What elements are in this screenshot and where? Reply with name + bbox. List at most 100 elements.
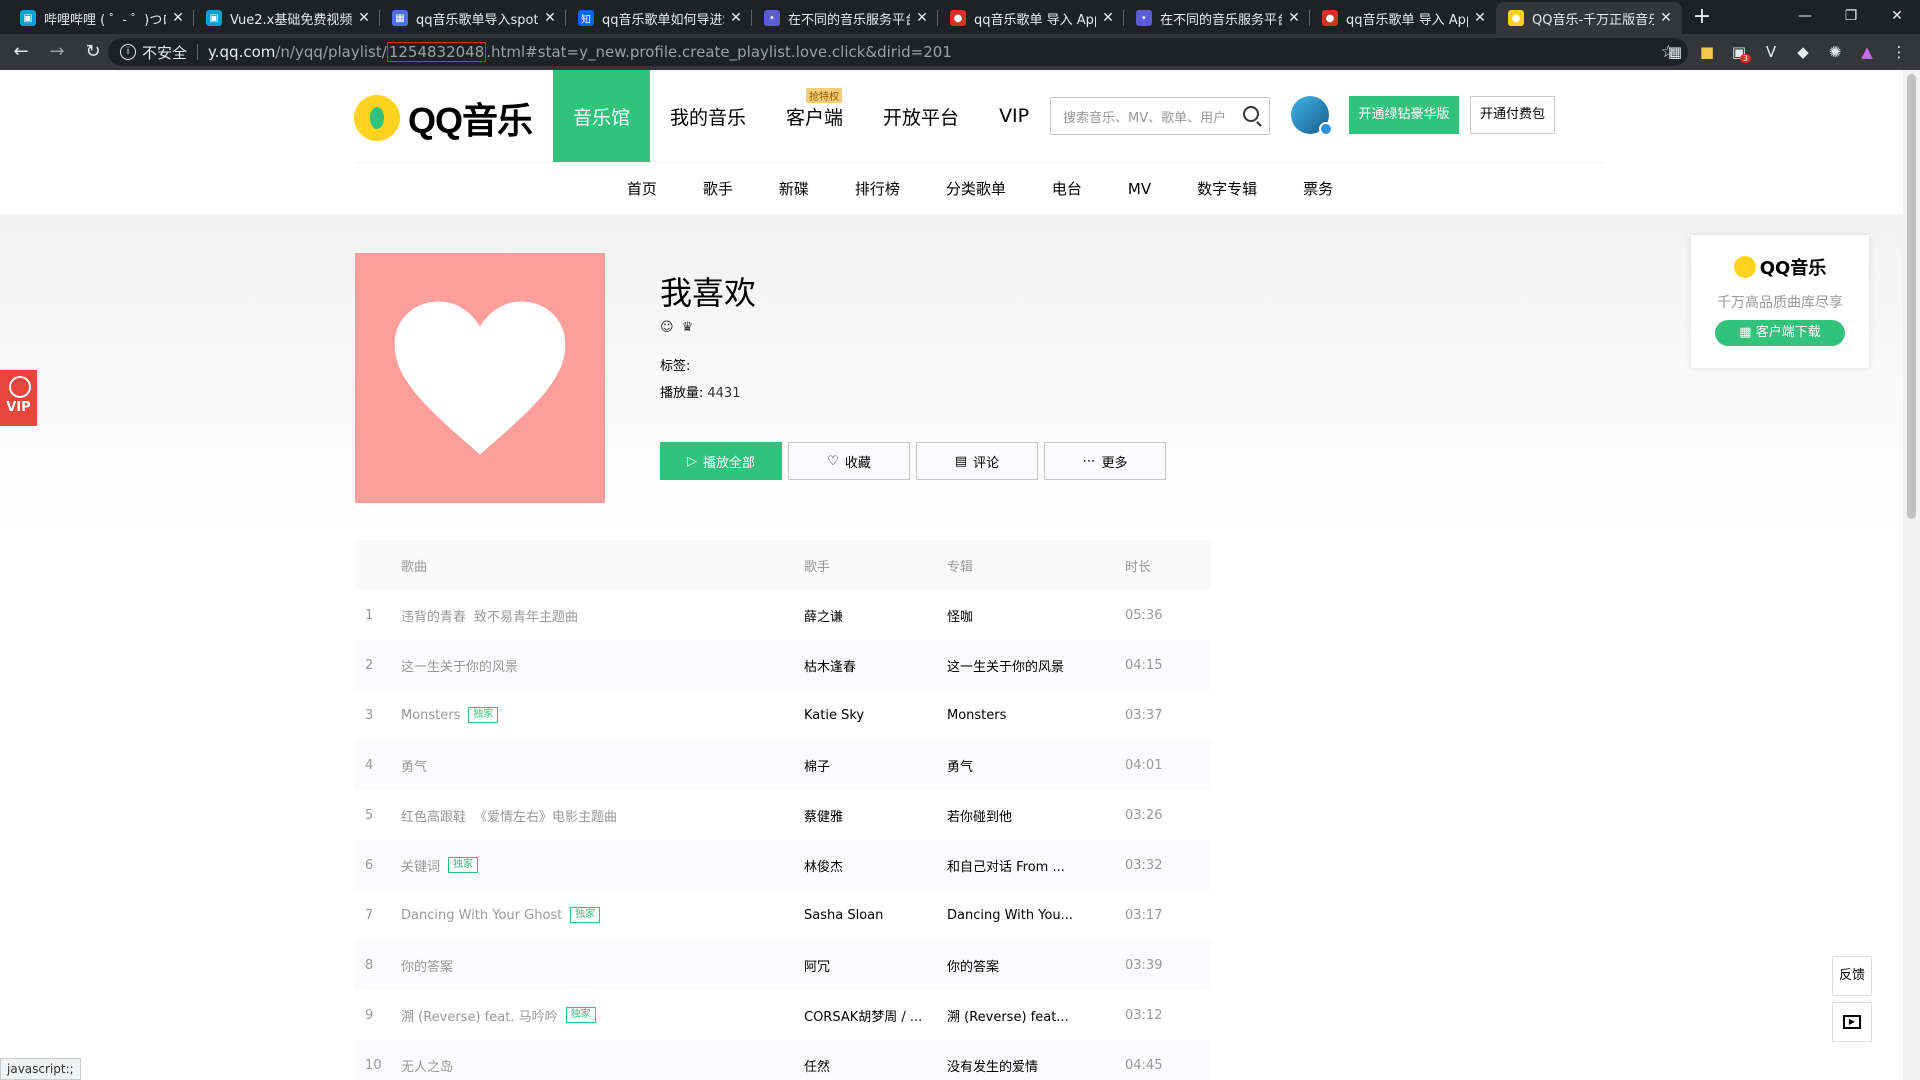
tab-close-icon[interactable]: ✕ <box>1472 10 1488 26</box>
table-row[interactable]: 10 无人之岛 任然 没有发生的爱情 04:45 <box>355 1040 1211 1080</box>
vip-side-badge[interactable]: VIP <box>0 370 37 426</box>
artist-link[interactable]: 任然 <box>804 1056 947 1075</box>
nav-vip[interactable]: VIP <box>979 70 1049 162</box>
comment-button[interactable]: ▤ 评论 <box>916 442 1038 480</box>
song-title[interactable]: 勇气 <box>401 756 427 775</box>
album-link[interactable]: 怪咖 <box>947 606 1125 625</box>
tab-close-icon[interactable]: ✕ <box>1100 10 1116 26</box>
tab-close-icon[interactable]: ✕ <box>914 10 930 26</box>
color-extension-icon[interactable]: ▲ <box>1854 38 1880 66</box>
song-title[interactable]: 溯 (Reverse) feat. 马吟吟 <box>401 1006 558 1025</box>
browser-tab[interactable]: • 在不同的音乐服务平台 ✕ <box>752 2 938 34</box>
client-download-button[interactable]: ▦ 客户端下载 <box>1715 320 1845 346</box>
tab-close-icon[interactable]: ✕ <box>170 10 186 26</box>
address-bar[interactable]: i 不安全 y.qq.com/n/yqq/playlist/1254832048… <box>108 38 1688 66</box>
nav-open-platform[interactable]: 开放平台 <box>863 70 979 162</box>
open-green-diamond-button[interactable]: 开通绿钻豪华版 <box>1349 96 1459 134</box>
video-player-button[interactable]: ▶ <box>1832 1002 1872 1042</box>
subnav-mv[interactable]: MV <box>1105 163 1174 214</box>
back-icon[interactable]: ← <box>6 37 36 67</box>
browser-tab[interactable]: 知 qq音乐歌单如何导进Sp✕ <box>566 2 752 34</box>
browser-tab[interactable]: ▣ Vue2.x基础免费视频教程✕ <box>194 2 380 34</box>
album-link[interactable]: 没有发生的爱情 <box>947 1056 1125 1075</box>
table-row[interactable]: 7 Dancing With Your Ghost 独家 Sasha Sloan Dan… <box>355 890 1211 940</box>
tab-close-icon[interactable]: ✕ <box>356 10 372 26</box>
table-row[interactable]: 3 Monsters 独家 Katie Sky Monsters 03:37 <box>355 690 1211 740</box>
song-title[interactable]: 关键词 <box>401 856 440 875</box>
shield-extension-icon[interactable]: ◆ <box>1790 38 1816 66</box>
album-link[interactable]: 你的答案 <box>947 956 1125 975</box>
artist-link[interactable]: 林俊杰 <box>804 856 947 875</box>
artist-link[interactable]: Sasha Sloan <box>804 908 947 923</box>
more-button[interactable]: ⋯ 更多 <box>1044 442 1166 480</box>
table-row[interactable]: 9溯 (Reverse) feat. 马吟吟 独家 CORSAK胡梦周 / ... 溯… <box>355 990 1211 1040</box>
song-title[interactable]: 这一生关于你的风景 <box>401 656 518 675</box>
counter-extension-icon[interactable]: ▣ 3 <box>1726 38 1752 66</box>
table-row[interactable]: 6 关键词 独家 林俊杰 和自己对话 From ... 03:32 <box>355 840 1211 890</box>
song-title[interactable]: 红色高跟鞋 <box>401 806 466 825</box>
browser-tab[interactable]: ● qq音乐歌单 导入 Appl ✕ <box>938 2 1124 34</box>
subnav-charts[interactable]: 排行榜 <box>832 163 923 214</box>
subnav-radio[interactable]: 电台 <box>1029 163 1105 214</box>
menu-dots-icon[interactable]: ⋮ <box>1886 38 1912 66</box>
subnav-digital-albums[interactable]: 数字专辑 <box>1174 163 1280 214</box>
song-title[interactable]: 你的答案 <box>401 956 453 975</box>
feedback-button[interactable]: 反馈 <box>1832 956 1872 996</box>
collect-button[interactable]: ♡ 收藏 <box>788 442 910 480</box>
table-row[interactable]: 5 红色高跟鞋 《爱情左右》电影主题曲 蔡健雅 若你碰到他 03:26 <box>355 790 1211 840</box>
album-link[interactable]: 溯 (Reverse) feat... <box>947 1006 1125 1025</box>
table-row[interactable]: 4 勇气 棉子 勇气 04:01 <box>355 740 1211 790</box>
subnav-playlists[interactable]: 分类歌单 <box>923 163 1029 214</box>
artist-link[interactable]: 阿冗 <box>804 956 947 975</box>
puzzle-extension-icon[interactable]: ✺ <box>1822 38 1848 66</box>
nav-my-music[interactable]: 我的音乐 <box>650 70 766 162</box>
new-tab-button[interactable]: + <box>1688 4 1716 32</box>
table-row[interactable]: 2 这一生关于你的风景 枯木逢春 这一生关于你的风景 04:15 <box>355 640 1211 690</box>
nav-client[interactable]: 客户端 抢特权 <box>766 70 863 162</box>
folder-extension-icon[interactable]: ■ <box>1694 38 1720 66</box>
subnav-singers[interactable]: 歌手 <box>680 163 756 214</box>
minimize-icon[interactable]: — <box>1782 0 1828 34</box>
subnav-new-albums[interactable]: 新碟 <box>756 163 832 214</box>
artist-link[interactable]: 薛之谦 <box>804 606 947 625</box>
tab-close-icon[interactable]: ✕ <box>728 10 744 26</box>
song-title[interactable]: 违背的青春 <box>401 606 466 625</box>
table-row[interactable]: 8 你的答案 阿冗 你的答案 03:39 <box>355 940 1211 990</box>
table-row[interactable]: 1 违背的青春 致不易青年主题曲 薛之谦 怪咖 05:36 <box>355 590 1211 640</box>
restore-icon[interactable]: ❐ <box>1828 0 1874 34</box>
album-link[interactable]: 这一生关于你的风景 <box>947 656 1125 675</box>
tab-close-icon[interactable]: ✕ <box>542 10 558 26</box>
artist-link[interactable]: 棉子 <box>804 756 947 775</box>
song-title[interactable]: 无人之岛 <box>401 1056 453 1075</box>
browser-tab[interactable]: ▦ qq音乐歌单导入spotify✕ <box>380 2 566 34</box>
browser-tab[interactable]: ● qq音乐歌单 导入 Appl ✕ <box>1310 2 1496 34</box>
album-link[interactable]: 若你碰到他 <box>947 806 1125 825</box>
browser-tab[interactable]: ● QQ音乐-千万正版音乐 ✕ <box>1496 2 1682 34</box>
tab-close-icon[interactable]: ✕ <box>1286 10 1302 26</box>
album-link[interactable]: Monsters <box>947 708 1125 723</box>
subnav-tickets[interactable]: 票务 <box>1280 163 1356 214</box>
grid-extension-icon[interactable]: ▦ <box>1662 38 1688 66</box>
album-link[interactable]: 勇气 <box>947 756 1125 775</box>
subnav-home[interactable]: 首页 <box>604 163 680 214</box>
close-window-icon[interactable]: ✕ <box>1874 0 1920 34</box>
song-title[interactable]: Monsters <box>401 708 460 723</box>
browser-tab[interactable]: • 在不同的音乐服务平台 ✕ <box>1124 2 1310 34</box>
forward-icon[interactable]: → <box>42 37 72 67</box>
open-paid-pack-button[interactable]: 开通付费包 <box>1470 96 1555 134</box>
album-link[interactable]: 和自己对话 From ... <box>947 856 1125 875</box>
avatar[interactable] <box>1291 96 1333 136</box>
play-all-button[interactable]: ▷ 播放全部 <box>660 442 782 480</box>
tab-close-icon[interactable]: ✕ <box>1658 10 1674 26</box>
reload-icon[interactable]: ↻ <box>78 37 108 67</box>
scrollbar-thumb[interactable] <box>1907 74 1916 519</box>
page-scrollbar[interactable] <box>1903 70 1920 1080</box>
nav-music-hall[interactable]: 音乐馆 <box>553 70 651 162</box>
search-input[interactable]: 搜索音乐、MV、歌单、用户 <box>1050 97 1270 135</box>
browser-tab[interactable]: ▣ 哔哩哔哩 ( ゜- ゜)つロ 干✕ <box>8 2 194 34</box>
album-link[interactable]: Dancing With You... <box>947 908 1125 923</box>
user-icon[interactable]: ☺ <box>660 320 674 335</box>
artist-link[interactable]: CORSAK胡梦周 / ... <box>804 1006 947 1025</box>
artist-link[interactable]: 枯木逢春 <box>804 656 947 675</box>
artist-link[interactable]: Katie Sky <box>804 708 947 723</box>
